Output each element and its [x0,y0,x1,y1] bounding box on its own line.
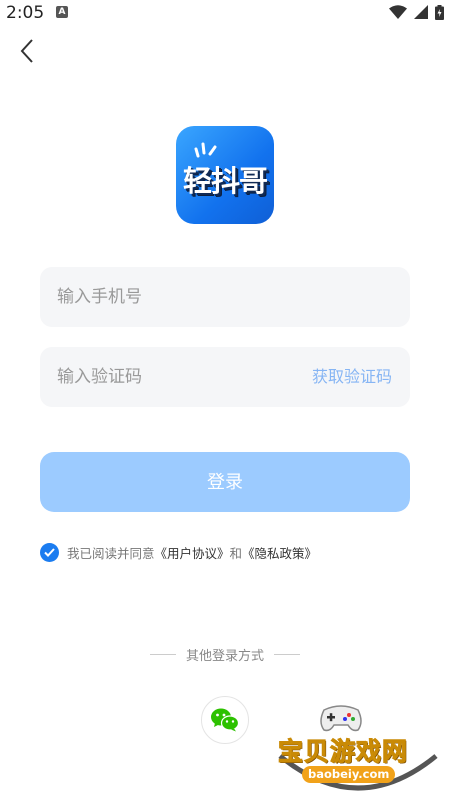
wechat-icon [211,708,240,732]
privacy-policy-link[interactable]: 《隐私政策》 [242,546,317,561]
wifi-icon [389,5,407,19]
watermark-text: 宝贝游戏网 [277,737,409,767]
battery-icon [435,4,444,20]
divider-line-right [274,653,300,655]
gamepad-icon [320,705,362,732]
notification-icon: A [56,6,68,18]
signal-icon [414,5,428,19]
phone-field [40,267,410,327]
user-agreement-link[interactable]: 《用户协议》 [155,546,230,561]
status-bar: 2:05 A [0,0,450,26]
watermark-url: baobeiy.com [302,766,396,783]
code-input[interactable] [57,347,297,407]
divider-line-left [149,653,176,655]
other-login-divider: 其他登录方式 [0,645,450,664]
check-icon [44,547,55,557]
agreement-checkbox[interactable] [40,542,59,562]
code-field: 获取验证码 [40,347,410,407]
agreement-prefix: 我已阅读并同意 [67,545,155,561]
wechat-login-button[interactable] [201,696,249,744]
status-icons [389,4,444,20]
agreement-row: 我已阅读并同意《用户协议》和《隐私政策》 [40,542,317,562]
agreement-and: 和 [229,545,243,561]
spark-icon [194,142,217,158]
phone-input[interactable] [57,267,297,327]
logo-text: 轻抖哥 [182,164,268,198]
status-time: 2:05 [6,3,45,23]
agreement-text: 我已阅读并同意《用户协议》和《隐私政策》 [67,543,317,562]
chevron-left-icon [20,39,33,63]
get-code-button[interactable]: 获取验证码 [312,347,392,407]
other-login-label: 其他登录方式 [185,648,264,664]
login-button[interactable]: 登录 [40,452,410,512]
app-logo: 轻抖哥 [176,126,274,224]
back-button[interactable] [12,36,42,66]
watermark: 宝贝游戏网 baobeiy.com [270,700,446,796]
